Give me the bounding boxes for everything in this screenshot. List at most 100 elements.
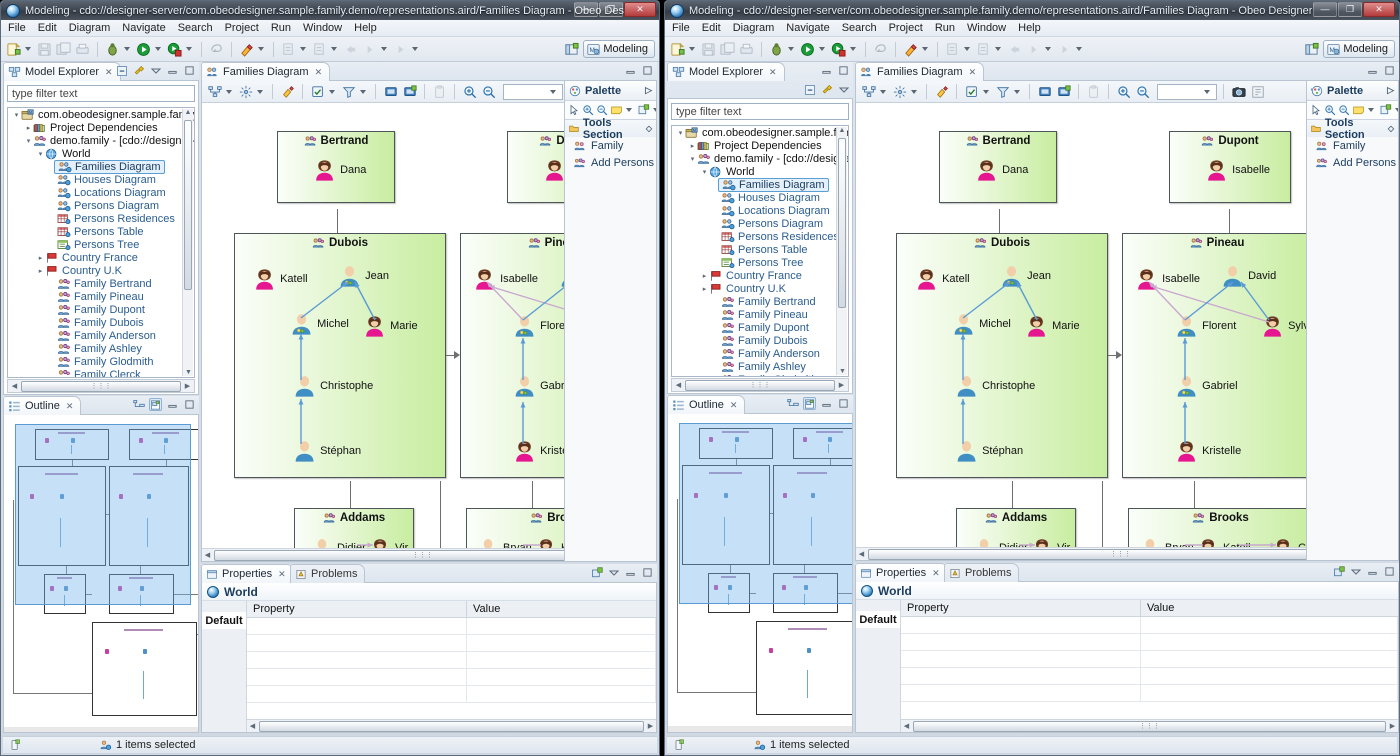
- person-node[interactable]: Stéphan: [955, 439, 1023, 462]
- tab-families-diagram[interactable]: Families Diagram ✕: [855, 62, 984, 81]
- person-node[interactable]: Gabriel: [1175, 374, 1238, 397]
- forward-2-dropdown-icon[interactable]: [1076, 47, 1082, 51]
- tree-item[interactable]: ▾Mcom.obeodesigner.sample.family.c: [672, 126, 848, 139]
- marquee-zoom-in-icon[interactable]: [582, 104, 594, 117]
- family-box[interactable]: BertrandDana: [277, 131, 395, 203]
- zoom-combo-arrow-icon[interactable]: [1204, 90, 1210, 94]
- tree-item[interactable]: ▸Country U.K: [672, 282, 848, 295]
- maximize-view-icon[interactable]: [1383, 565, 1396, 578]
- tab-properties[interactable]: Properties ✕: [855, 563, 948, 582]
- tab-problems[interactable]: Problems: [944, 563, 1019, 582]
- person-node[interactable]: Marie: [363, 314, 418, 337]
- palette-header[interactable]: Palette ▷: [1307, 81, 1398, 101]
- family-box[interactable]: DupontIsabelle: [1169, 131, 1291, 203]
- new-dropdown-icon[interactable]: [25, 47, 31, 51]
- save-all-icon[interactable]: [55, 41, 72, 58]
- tree-item[interactable]: Family Pineau: [8, 290, 194, 303]
- menu-navigate[interactable]: Navigate: [786, 22, 829, 34]
- save-icon[interactable]: [36, 41, 53, 58]
- marquee-zoom-in-icon[interactable]: [1324, 104, 1336, 117]
- layer-filter-icon[interactable]: [340, 83, 357, 100]
- collapse-all-icon[interactable]: [803, 83, 816, 96]
- prev-annotation-icon[interactable]: [311, 41, 328, 58]
- validate-icon[interactable]: [208, 41, 225, 58]
- palette-section-pin-icon[interactable]: ◇: [646, 124, 652, 133]
- tree-item[interactable]: ▸Country France: [672, 269, 848, 282]
- new-icon[interactable]: [5, 41, 22, 58]
- tree-item[interactable]: Locations Diagram: [8, 186, 194, 199]
- person-node[interactable]: Jean: [338, 264, 389, 287]
- open-perspective-icon[interactable]: [1303, 41, 1320, 58]
- unpin-elements-icon[interactable]: [401, 83, 418, 100]
- minimize-view-icon[interactable]: [624, 566, 637, 579]
- tree-item[interactable]: Family Ashley: [8, 342, 194, 355]
- outline-viewport-indicator[interactable]: [679, 423, 853, 605]
- palette-tools-section[interactable]: Tools Section ◇: [1307, 120, 1398, 137]
- run-external-icon[interactable]: [830, 41, 847, 58]
- tab-families-diagram[interactable]: Families Diagram ✕: [201, 62, 330, 81]
- pin-properties-icon[interactable]: [1332, 565, 1345, 578]
- minimize-view-icon[interactable]: [820, 397, 833, 410]
- tree-vscroll[interactable]: ▲▼: [182, 109, 193, 376]
- minimize-button[interactable]: —: [1313, 2, 1337, 17]
- tree-item[interactable]: ▸Country France: [8, 251, 194, 264]
- close-icon[interactable]: ✕: [278, 569, 286, 580]
- close-icon[interactable]: ✕: [730, 400, 738, 411]
- zoom-combo-arrow-icon[interactable]: [550, 90, 556, 94]
- print-icon[interactable]: [74, 41, 91, 58]
- minimize-button[interactable]: —: [574, 2, 598, 17]
- palette-item-add-persons[interactable]: Add Persons: [565, 154, 656, 171]
- note-tool-icon[interactable]: [610, 104, 623, 117]
- back-icon[interactable]: [342, 41, 359, 58]
- filters-icon[interactable]: [309, 83, 326, 100]
- maximize-view-icon[interactable]: [183, 398, 196, 411]
- link-editor-icon[interactable]: [132, 64, 145, 77]
- perspective-modeling-button[interactable]: M Modeling: [583, 40, 655, 58]
- tree-item[interactable]: ▾Mcom.obeodesigner.sample.family.de: [8, 108, 194, 121]
- menu-diagram[interactable]: Diagram: [69, 22, 111, 34]
- person-node[interactable]: Jean: [1000, 264, 1051, 287]
- minimize-view-icon[interactable]: [166, 398, 179, 411]
- forward-icon[interactable]: [361, 41, 378, 58]
- person-node[interactable]: Michel: [290, 312, 349, 335]
- layer-filter-dropdown-icon[interactable]: [1014, 90, 1020, 94]
- family-box[interactable]: BertrandDana: [939, 131, 1057, 203]
- tab-model-explorer[interactable]: Model Explorer ✕: [3, 62, 121, 81]
- debug-dropdown-icon[interactable]: [124, 47, 130, 51]
- tree-item[interactable]: Family Glodmith: [672, 373, 848, 377]
- new-note-dropdown-icon[interactable]: [653, 108, 657, 112]
- view-menu-icon[interactable]: [837, 83, 850, 96]
- outline-thumbnail[interactable]: [668, 414, 852, 732]
- print-icon[interactable]: [738, 41, 755, 58]
- paste-format-icon[interactable]: [431, 83, 448, 100]
- next-annotation-dropdown-icon[interactable]: [964, 47, 970, 51]
- tab-outline[interactable]: Outline ✕: [3, 396, 81, 415]
- tree-item[interactable]: Persons Diagram: [672, 217, 848, 230]
- tree-item[interactable]: Families Diagram: [672, 178, 848, 191]
- expander-down-icon[interactable]: ▾: [36, 150, 45, 158]
- person-node[interactable]: David: [1221, 264, 1276, 287]
- close-button[interactable]: ✕: [624, 2, 656, 17]
- outline-viewport-indicator[interactable]: [15, 424, 191, 606]
- tree-item[interactable]: Persons Residences: [672, 230, 848, 243]
- new-note-dropdown-icon[interactable]: [1395, 108, 1399, 112]
- person-node[interactable]: Katell: [915, 267, 970, 290]
- select-tool-icon[interactable]: [1310, 104, 1322, 117]
- menu-edit[interactable]: Edit: [702, 22, 721, 34]
- layout-icon[interactable]: [237, 83, 254, 100]
- minimize-view-icon[interactable]: [624, 64, 637, 77]
- back-icon[interactable]: [1006, 41, 1023, 58]
- layer-filter-icon[interactable]: [994, 83, 1011, 100]
- maximize-view-icon[interactable]: [837, 64, 850, 77]
- properties-row[interactable]: [901, 634, 1398, 651]
- tree-item[interactable]: Family Dubois: [672, 334, 848, 347]
- tree-item[interactable]: ▸Country U.K: [8, 264, 194, 277]
- debug-icon[interactable]: [768, 41, 785, 58]
- maximize-button[interactable]: ❐: [1338, 2, 1362, 17]
- menu-help[interactable]: Help: [354, 22, 377, 34]
- tree-item[interactable]: Persons Table: [8, 225, 194, 238]
- model-tree[interactable]: ▾Mcom.obeodesigner.sample.family.c▸Proje…: [671, 125, 849, 377]
- expander-right-icon[interactable]: ▸: [688, 142, 697, 150]
- zoom-out-icon[interactable]: [1134, 83, 1151, 100]
- forward-dropdown-icon[interactable]: [381, 47, 387, 51]
